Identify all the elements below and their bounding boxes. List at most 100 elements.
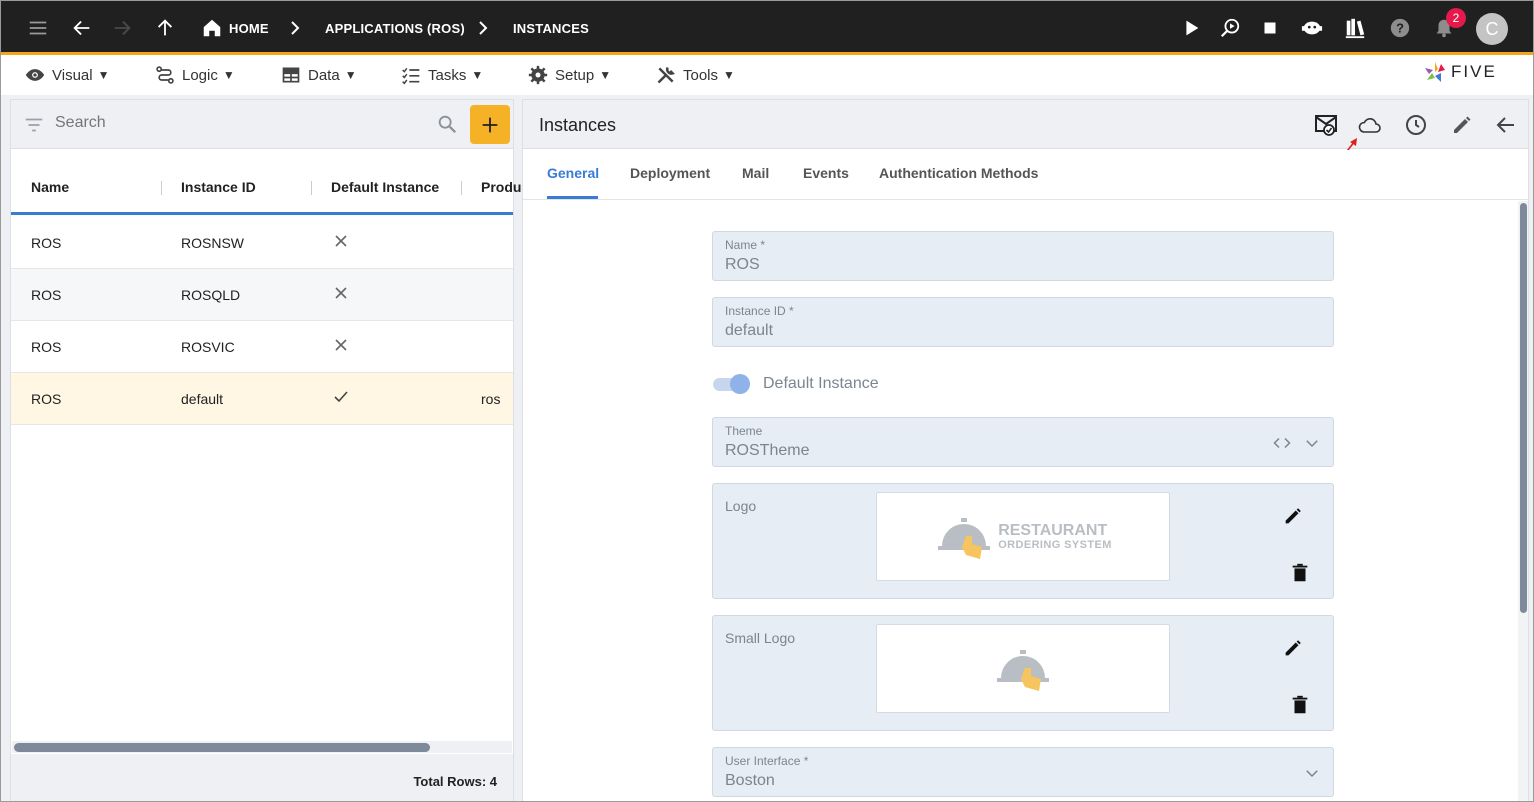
notification-badge: 2 (1446, 8, 1466, 28)
vertical-scrollbar[interactable] (1518, 201, 1528, 801)
filter-icon[interactable] (23, 114, 45, 136)
forward-arrow-icon[interactable] (109, 15, 135, 41)
scrollbar-thumb[interactable] (1520, 203, 1527, 613)
menu-visual[interactable]: Visual ▼ (25, 63, 109, 87)
flow-icon (156, 66, 174, 84)
menu-setup[interactable]: Setup ▼ (528, 63, 611, 87)
column-header-default-instance[interactable]: Default Instance (331, 179, 439, 195)
menu-setup-label: Setup (555, 66, 595, 84)
up-arrow-icon[interactable] (152, 15, 178, 41)
menu-tools[interactable]: Tools ▼ (656, 63, 735, 87)
column-header-name[interactable]: Name (31, 179, 69, 195)
search-input[interactable] (55, 114, 425, 132)
cell-product: ros (481, 391, 501, 407)
avatar[interactable]: C (1476, 13, 1508, 45)
instance-id-field-value: default (725, 322, 774, 339)
menu-bar: Visual ▼ Logic ▼ Data ▼ Tasks ▼ Setup ▼ Tools… (1, 55, 1533, 95)
instances-list-panel: Name Instance ID Default Instance Produ … (10, 99, 521, 801)
tab-mail[interactable]: Mail (742, 165, 769, 181)
column-header-product[interactable]: Produ (481, 179, 521, 195)
user-interface-select-label: User Interface * (725, 754, 809, 768)
breadcrumb-applications[interactable]: APPLICATIONS (ROS) (325, 21, 465, 36)
instance-id-field[interactable]: Instance ID * default (712, 297, 1334, 347)
detail-header: Instances (523, 100, 1528, 161)
edit-pencil-icon[interactable] (1449, 112, 1475, 138)
tab-deployment[interactable]: Deployment (630, 165, 710, 181)
delete-logo-trash-icon[interactable] (1288, 561, 1312, 585)
cloche-hand-icon (997, 649, 1049, 691)
cell-instance-id: default (181, 391, 224, 407)
help-icon[interactable]: ? (1387, 15, 1413, 41)
table-row[interactable]: ROS ROSQLD (11, 269, 513, 321)
name-field[interactable]: Name * ROS (712, 231, 1334, 281)
cross-icon (335, 235, 347, 247)
table-row[interactable]: ROS ROSVIC (11, 321, 513, 373)
name-field-label: Name * (725, 238, 766, 252)
plus-icon (482, 117, 498, 132)
page-title: Instances (539, 115, 617, 135)
back-arrow-icon[interactable] (69, 15, 95, 41)
delete-small-logo-trash-icon[interactable] (1288, 693, 1312, 717)
menu-data[interactable]: Data ▼ (281, 63, 357, 87)
back-arrow-icon[interactable] (1493, 112, 1519, 138)
cloud-deploy-icon[interactable] (1357, 112, 1383, 138)
app-window: HOME APPLICATIONS (ROS) INSTANCES ? 2 C (0, 0, 1534, 802)
five-logo-text: FIVE (1451, 62, 1497, 81)
caret-down-icon: ▼ (97, 68, 110, 82)
home-icon[interactable] (199, 15, 225, 41)
search-bar (11, 100, 513, 149)
chatbot-icon[interactable] (1299, 15, 1325, 41)
caret-down-icon: ▼ (344, 68, 357, 82)
column-header-instance-id[interactable]: Instance ID (181, 179, 256, 195)
cell-instance-id: ROSVIC (181, 339, 235, 355)
user-interface-select[interactable]: User Interface * Boston (712, 747, 1334, 797)
library-books-icon[interactable] (1342, 15, 1368, 41)
five-logo: FIVE (1423, 59, 1497, 85)
logo-image: RESTAURANT ORDERING SYSTEM (876, 492, 1170, 581)
table-row[interactable]: ROS ROSNSW (11, 217, 513, 269)
menu-tasks[interactable]: Tasks ▼ (401, 63, 483, 87)
code-brackets-icon[interactable] (1273, 434, 1291, 452)
theme-select[interactable]: Theme ROSTheme (712, 417, 1334, 467)
edit-small-logo-pencil-icon[interactable] (1281, 636, 1305, 660)
default-instance-toggle[interactable] (713, 374, 751, 394)
mail-check-icon[interactable] (1313, 112, 1339, 138)
run-inspect-icon[interactable] (1217, 15, 1243, 41)
breadcrumb-home[interactable]: HOME (229, 21, 269, 36)
tab-events[interactable]: Events (803, 165, 849, 181)
tab-authentication-methods[interactable]: Authentication Methods (879, 165, 1038, 181)
theme-select-value: ROSTheme (725, 442, 810, 459)
cell-instance-id: ROSNSW (181, 235, 244, 251)
breadcrumb-instances[interactable]: INSTANCES (513, 21, 589, 36)
stop-icon[interactable] (1257, 15, 1283, 41)
scrollbar-thumb[interactable] (14, 743, 430, 752)
small-logo-field-label: Small Logo (725, 630, 796, 646)
search-icon[interactable] (436, 113, 458, 135)
add-button[interactable] (470, 105, 510, 144)
tab-general[interactable]: General (547, 165, 599, 181)
active-tab-indicator (547, 196, 598, 199)
name-field-value: ROS (725, 256, 760, 273)
caret-down-icon: ▼ (471, 68, 484, 82)
column-divider[interactable] (311, 181, 312, 195)
column-divider[interactable] (461, 181, 462, 195)
menu-tasks-label: Tasks (428, 66, 467, 84)
column-divider[interactable] (161, 181, 162, 195)
logo-text-line2: ORDERING SYSTEM (998, 538, 1112, 551)
edit-logo-pencil-icon[interactable] (1281, 504, 1305, 528)
horizontal-scrollbar[interactable] (12, 741, 512, 753)
play-icon[interactable] (1178, 15, 1204, 41)
logo-text-line1: RESTAURANT (998, 521, 1108, 539)
chevron-down-icon[interactable] (1303, 764, 1321, 782)
menu-logic[interactable]: Logic ▼ (155, 63, 235, 87)
total-rows: Total Rows: 4 (413, 774, 497, 789)
cross-icon (335, 339, 347, 351)
table-row-selected[interactable]: ROS default ros (11, 373, 513, 425)
table-footer: Total Rows: 4 (11, 754, 513, 801)
hamburger-menu-icon[interactable] (25, 15, 51, 41)
small-logo-field: Small Logo (712, 615, 1334, 731)
history-clock-icon[interactable] (1403, 112, 1429, 138)
chevron-right-icon (479, 21, 488, 35)
cell-name: ROS (31, 287, 62, 303)
chevron-down-icon[interactable] (1303, 434, 1321, 452)
